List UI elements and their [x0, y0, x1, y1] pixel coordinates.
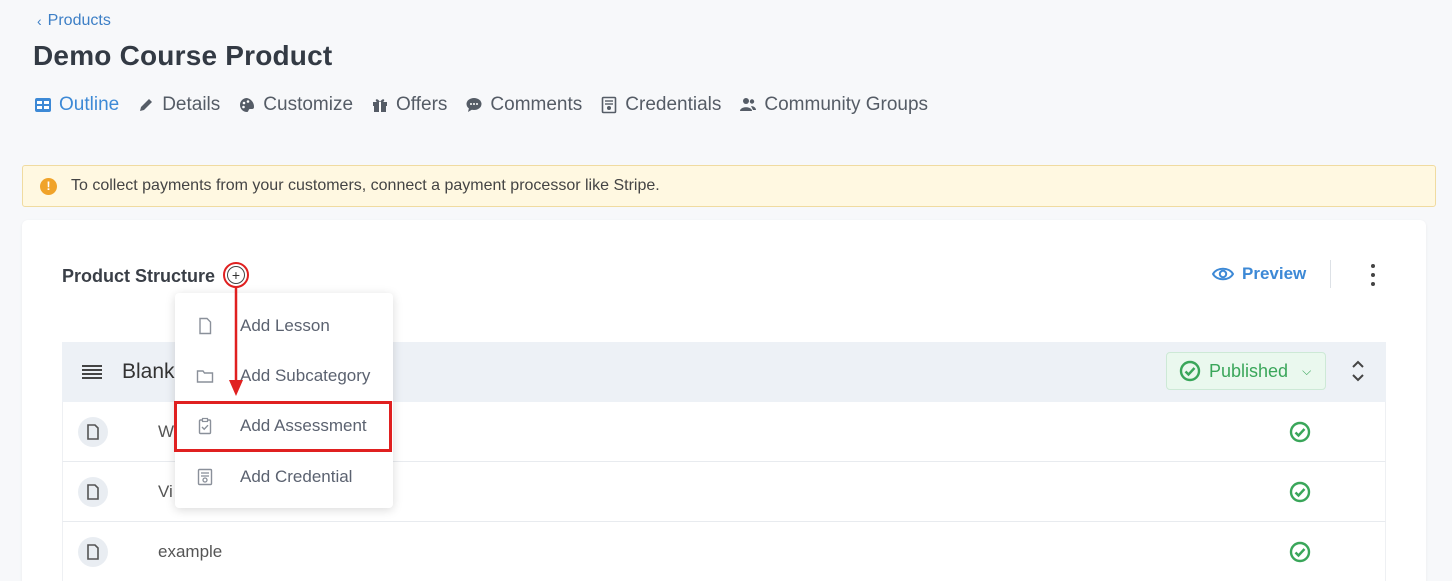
- annotation-circle: [223, 262, 249, 288]
- warning-icon: !: [40, 177, 57, 195]
- tab-details[interactable]: Details: [137, 94, 220, 116]
- pencil-icon: [140, 99, 153, 111]
- check-circle-icon: [1289, 541, 1311, 563]
- tab-community-groups-label: Community Groups: [764, 94, 929, 115]
- kebab-dot: [1371, 282, 1375, 286]
- preview-label: Preview: [1242, 264, 1307, 283]
- more-options-button[interactable]: [1367, 264, 1379, 286]
- lesson-title: W: [158, 421, 175, 441]
- clipboard-check-icon: [198, 417, 212, 435]
- product-structure-title: Product Structure: [62, 266, 216, 286]
- tab-outline-label: Outline: [59, 94, 120, 115]
- tab-customize-label: Customize: [263, 94, 354, 115]
- chevron-left-icon: ‹: [37, 13, 42, 29]
- menu-item-add-credential[interactable]: Add Credential: [175, 452, 393, 502]
- tab-credentials-label: Credentials: [625, 94, 722, 115]
- kebab-dot: [1371, 273, 1375, 277]
- certificate-icon: [197, 468, 213, 486]
- document-icon: [78, 476, 108, 507]
- tab-outline[interactable]: Outline: [34, 94, 119, 116]
- tab-details-label: Details: [162, 94, 221, 115]
- menu-item-label: Add Credential: [240, 467, 353, 486]
- list-item[interactable]: example: [62, 522, 1386, 581]
- palette-icon: [240, 98, 255, 112]
- menu-item-label: Add Subcategory: [240, 366, 371, 385]
- header-divider: [1330, 260, 1331, 288]
- preview-button[interactable]: Preview: [1212, 264, 1306, 284]
- menu-item-add-assessment[interactable]: Add Assessment: [175, 401, 393, 451]
- tab-community-groups[interactable]: Community Groups: [739, 94, 928, 116]
- outline-icon: [35, 98, 51, 112]
- status-label: Published: [1209, 360, 1289, 381]
- lesson-title: Vi: [158, 481, 173, 501]
- kebab-dot: [1371, 264, 1375, 268]
- alert-text: To collect payments from your customers,…: [71, 177, 660, 194]
- tab-offers[interactable]: Offers: [371, 94, 447, 116]
- menu-item-add-lesson[interactable]: Add Lesson: [175, 301, 393, 351]
- certificate-icon: [601, 96, 617, 114]
- status-dropdown[interactable]: Published ⌵: [1166, 352, 1326, 390]
- tab-credentials[interactable]: Credentials: [600, 94, 721, 116]
- menu-item-label: Add Assessment: [240, 416, 367, 435]
- tab-bar: Outline Details Customize Offers Comment…: [34, 94, 928, 116]
- tab-customize[interactable]: Customize: [238, 94, 353, 116]
- lesson-title: example: [158, 541, 223, 561]
- drag-handle-icon[interactable]: [82, 365, 102, 379]
- tab-offers-label: Offers: [396, 94, 448, 115]
- menu-item-label: Add Lesson: [240, 316, 330, 335]
- users-icon: [740, 98, 757, 111]
- document-icon: [199, 317, 212, 335]
- document-icon: [78, 536, 108, 567]
- payment-alert: ! To collect payments from your customer…: [22, 165, 1436, 207]
- comment-icon: [466, 98, 482, 112]
- check-circle-icon: [1289, 421, 1311, 443]
- section-name: Blank: [122, 360, 175, 383]
- gift-icon: [373, 99, 388, 112]
- breadcrumb-products-link[interactable]: Products: [48, 12, 111, 30]
- tab-comments[interactable]: Comments: [465, 94, 582, 116]
- tab-comments-label: Comments: [490, 94, 583, 115]
- folder-icon: [196, 370, 214, 383]
- eye-icon: [1212, 267, 1234, 281]
- add-item-menu: Add Lesson Add Subcategory Add Assessmen…: [175, 293, 393, 508]
- check-circle-icon: [1289, 481, 1311, 503]
- document-icon: [78, 416, 108, 447]
- check-circle-icon: [1179, 360, 1201, 382]
- menu-item-add-subcategory[interactable]: Add Subcategory: [175, 351, 393, 401]
- chevron-down-icon: ⌵: [1302, 363, 1312, 378]
- breadcrumb[interactable]: ‹ Products: [37, 12, 111, 30]
- page-title: Demo Course Product: [33, 40, 333, 71]
- expand-collapse-icon[interactable]: [1350, 358, 1366, 384]
